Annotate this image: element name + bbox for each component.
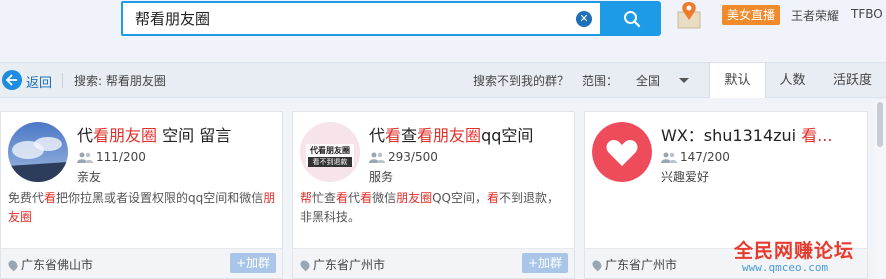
- range-label: 范围：: [582, 74, 619, 88]
- location: 广东省广州市: [298, 256, 385, 273]
- location: 广东省广州市: [590, 256, 677, 273]
- member-count: 293/500: [388, 150, 438, 164]
- back-button[interactable]: 返回: [26, 72, 52, 91]
- game-link[interactable]: 王者荣耀: [791, 7, 839, 24]
- range-select[interactable]: 全国: [636, 72, 660, 89]
- member-count: 111/200: [96, 150, 146, 164]
- divider: [62, 73, 63, 88]
- join-group-button[interactable]: +加群: [230, 253, 276, 273]
- join-group-button[interactable]: +加群: [522, 253, 568, 273]
- search-breadcrumb: 搜索: 帮看朋友圈: [74, 74, 166, 88]
- watermark-title: 全民网赚论坛: [734, 240, 855, 262]
- location-pin-icon: [6, 258, 20, 272]
- tab-default[interactable]: 默认: [709, 63, 766, 98]
- group-title[interactable]: WX：shu1314zui 看...: [661, 122, 861, 146]
- not-found-link[interactable]: 搜索不到我的群？: [473, 72, 569, 89]
- members-icon: [661, 152, 677, 163]
- group-description: 帮忙查看代看微信朋友圈QQ空间，看不到退款，非黑科技。: [300, 191, 560, 224]
- search-box[interactable]: ✕: [121, 1, 602, 36]
- top-bar: ✕ 美女直播 王者荣耀 TFBO: [0, 0, 886, 58]
- avatar: [8, 122, 68, 182]
- group-category: 兴趣爱好: [661, 170, 710, 184]
- member-count: 147/200: [680, 150, 730, 164]
- card-footer: 广东省广州市 +加群: [293, 248, 574, 278]
- map-pin-icon[interactable]: [676, 0, 702, 30]
- beauty-live-link[interactable]: 美女直播: [722, 5, 781, 25]
- group-title[interactable]: 代看查看朋友圈qq空间: [369, 122, 569, 146]
- search-button[interactable]: [602, 1, 661, 36]
- watermark: 全民网赚论坛 www.qmceo.com: [734, 236, 884, 276]
- tab-members[interactable]: 人数: [766, 63, 819, 98]
- members-icon: [369, 152, 385, 163]
- location: 广东省佛山市: [6, 256, 93, 273]
- watermark-url: www.qmceo.com: [742, 261, 829, 274]
- tab-activity[interactable]: 活跃度: [819, 63, 886, 98]
- card-footer: 广东省佛山市 +加群: [1, 248, 282, 278]
- group-card[interactable]: 代看朋友圈 空间 留言 111/200 亲友 免费代看把你拉黑或者设置权限的qq…: [0, 111, 283, 279]
- group-category: 亲友: [77, 170, 102, 184]
- back-arrow-icon[interactable]: [2, 70, 22, 90]
- nav-bar: 返回 搜索: 帮看朋友圈 搜索不到我的群？ 范围： 全国 默认 人数 活跃度: [0, 62, 886, 98]
- members-icon: [77, 152, 93, 163]
- avatar-text: 看不到退款: [308, 157, 352, 167]
- clear-search-button[interactable]: ✕: [576, 11, 592, 27]
- group-description: 免费代看把你拉黑或者设置权限的qq空间和微信朋友圈: [8, 191, 276, 224]
- group-title[interactable]: 代看朋友圈 空间 留言: [77, 122, 277, 146]
- location-pin-icon: [590, 258, 604, 272]
- avatar: [592, 122, 652, 182]
- chevron-down-icon[interactable]: [679, 78, 689, 83]
- search-icon: [624, 11, 641, 28]
- group-category: 服务: [369, 170, 394, 184]
- group-card[interactable]: 代看朋友圈 看不到退款 代看查看朋友圈qq空间 293/500 服务 帮忙查看代…: [292, 111, 575, 279]
- location-pin-icon: [298, 258, 312, 272]
- scrollbar-thumb[interactable]: [877, 102, 883, 147]
- search-input[interactable]: [123, 3, 563, 34]
- avatar-text: 代看朋友圈: [310, 146, 350, 155]
- tfbo-link[interactable]: TFBO: [851, 7, 883, 21]
- avatar: 代看朋友圈 看不到退款: [300, 122, 360, 182]
